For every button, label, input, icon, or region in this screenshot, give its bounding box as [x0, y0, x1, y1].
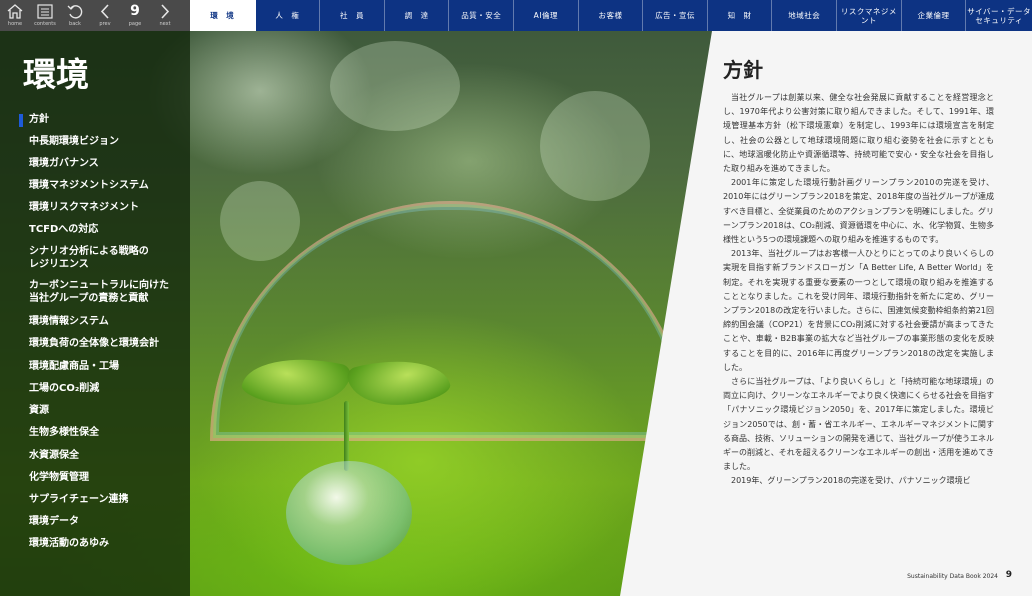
sidebar-item[interactable]: 中長期環境ビジョン	[0, 135, 119, 148]
chevron-right-icon	[161, 4, 170, 19]
body-paragraph: 2001年に策定した環境行動計画グリーンプラン2010の完遂を受け、2010年に…	[723, 178, 994, 245]
sidebar-item[interactable]: 水資源保全	[0, 449, 79, 462]
section-heading: 方針	[723, 58, 763, 82]
sidebar-item[interactable]: TCFDへの対応	[0, 223, 98, 236]
footer-page-number: 9	[1005, 570, 1012, 580]
nav-tab[interactable]: お客様	[579, 0, 644, 31]
contents-icon	[37, 4, 53, 19]
sidebar-item[interactable]: 環境活動のあゆみ	[0, 537, 109, 550]
nav-tab[interactable]: 社 員	[320, 0, 385, 31]
body-paragraph: 当社グループは創業以来、健全な社会発展に貢献することを経営理念とし、1970年代…	[723, 93, 994, 174]
home-icon	[7, 4, 23, 19]
reader-toolbar: home contents back prev 9 page next	[0, 0, 190, 31]
sidebar-item[interactable]: 環境リスクマネジメント	[0, 201, 139, 214]
category-nav: 環 境人 権社 員調 達品質・安全 AI倫理 お客様 広告・宣伝知 財地域社会 リスクマ…	[190, 0, 1032, 31]
sidebar-item[interactable]: 環境データ	[0, 515, 79, 528]
contents-label: contents	[34, 21, 56, 27]
prev-label: prev	[99, 21, 111, 27]
nav-tab[interactable]: 調 達	[385, 0, 450, 31]
nav-tab[interactable]: 環 境	[190, 0, 256, 31]
page-number: 9	[130, 3, 140, 19]
hero-image	[0, 31, 712, 596]
sidebar-item[interactable]: シナリオ分析による戦略の レジリエンス	[0, 245, 149, 271]
back-label: back	[69, 21, 81, 27]
sidebar-item[interactable]: 環境情報システム	[0, 315, 109, 328]
body-paragraph: さらに当社グループは、「より良いくらし」と「持続可能な地球環境」の両立に向け、ク…	[723, 377, 994, 472]
sidebar-item[interactable]: 生物多様性保全	[0, 426, 99, 439]
home-button[interactable]: home	[0, 0, 30, 31]
footer-book-title: Sustainability Data Book 2024	[907, 573, 998, 580]
nav-tab[interactable]: 人 権	[256, 0, 321, 31]
next-button[interactable]: next	[150, 0, 180, 31]
nav-tab[interactable]: リスクマネジメント	[837, 0, 902, 31]
nav-tab[interactable]: サイバー・データ セキュリティ	[966, 0, 1032, 31]
nav-tab[interactable]: 品質・安全	[449, 0, 515, 31]
sidebar-item[interactable]: サプライチェーン連携	[0, 493, 129, 506]
contents-button[interactable]: contents	[30, 0, 60, 31]
nav-tab[interactable]: 企業倫理	[902, 0, 967, 31]
next-label: next	[159, 21, 171, 27]
prev-button[interactable]: prev	[90, 0, 120, 31]
sidebar-item[interactable]: カーボンニュートラルに向けた 当社グループの責務と貢献	[0, 279, 169, 305]
chevron-left-icon	[100, 4, 109, 19]
nav-tab[interactable]: 地域社会	[772, 0, 838, 31]
back-button[interactable]: back	[60, 0, 90, 31]
nav-tab[interactable]: 広告・宣伝	[643, 0, 708, 31]
sidebar-item[interactable]: 環境マネジメントシステム	[0, 179, 149, 192]
home-label: home	[7, 21, 23, 27]
nav-tab[interactable]: AI倫理	[514, 0, 579, 31]
nav-tab[interactable]: 知 財	[708, 0, 773, 31]
sidebar-item[interactable]: 方針	[0, 113, 49, 127]
body-text: 当社グループは創業以来、健全な社会発展に貢献することを経営理念とし、1970年代…	[723, 91, 994, 489]
glass-globe	[286, 461, 412, 565]
sidebar-item[interactable]: 化学物質管理	[0, 471, 89, 484]
sidebar-item[interactable]: 環境ガバナンス	[0, 157, 99, 170]
page-title: 環境	[23, 55, 89, 94]
bokeh-light	[540, 91, 650, 201]
page-label: page	[128, 21, 142, 27]
sidebar-item[interactable]: 工場のCO₂削減	[0, 382, 99, 395]
bokeh-light	[330, 41, 460, 131]
body-paragraph: 2019年、グリーンプラン2018の完遂を受け、パナソニック環境ビ	[731, 476, 971, 486]
sidebar-item[interactable]: 資源	[0, 404, 49, 417]
back-arrow-icon	[67, 5, 83, 19]
sidebar-item[interactable]: 環境配慮商品・工場	[0, 360, 119, 373]
body-paragraph: 2013年、当社グループはお客様一人ひとりにとってのより良いくらしの実現を目指す…	[723, 249, 994, 372]
sidebar-item[interactable]: 環境負荷の全体像と環境会計	[0, 337, 159, 350]
page-indicator: 9 page	[120, 0, 150, 31]
